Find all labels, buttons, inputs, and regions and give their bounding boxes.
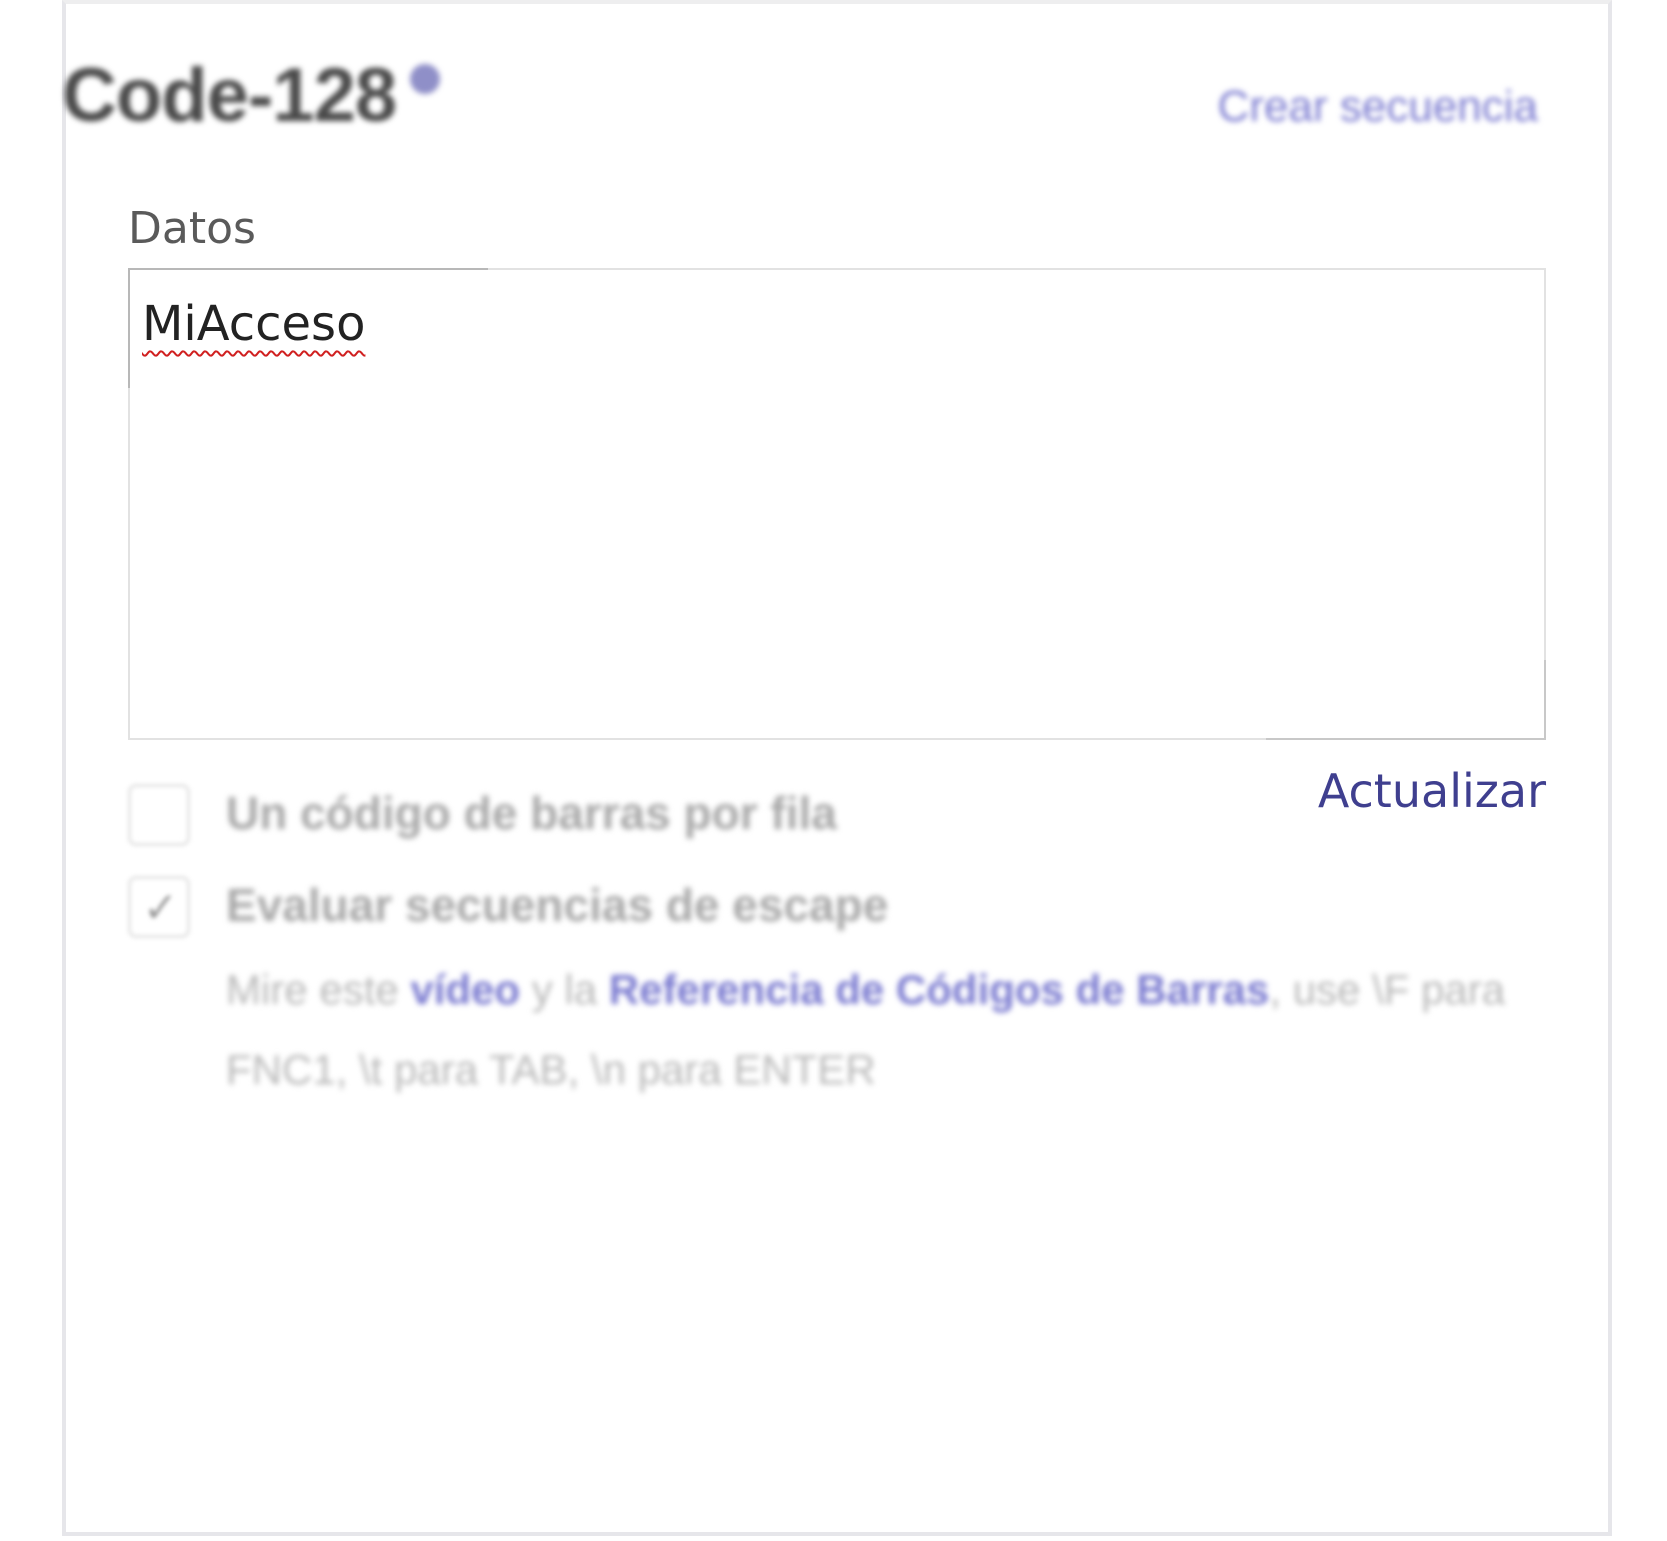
- escape-sequences-checkbox[interactable]: ✓: [128, 876, 190, 938]
- info-icon[interactable]: [410, 64, 440, 94]
- textarea-left-edge: [128, 268, 130, 388]
- one-per-row-checkbox[interactable]: [128, 784, 190, 846]
- panel-header: Code-128 Crear secuencia: [62, 52, 1538, 152]
- textarea-top-edge: [128, 268, 488, 270]
- one-per-row-label: Un código de barras por fila: [226, 787, 837, 839]
- update-link[interactable]: Actualizar: [1318, 764, 1546, 818]
- data-field-label: Datos: [128, 203, 256, 254]
- textarea-right-edge: [1544, 660, 1546, 740]
- escape-sequences-label: Evaluar secuencias de escape: [226, 879, 889, 931]
- barcode-reference-link[interactable]: Referencia de Códigos de Barras: [609, 966, 1270, 1013]
- option-one-per-row[interactable]: Un código de barras por fila: [128, 784, 1328, 854]
- option-escape-sequences[interactable]: ✓ Evaluar secuencias de escape: [128, 876, 1328, 946]
- help-prefix: Mire este: [226, 966, 399, 1013]
- data-value-text[interactable]: MiAcceso: [142, 296, 365, 352]
- create-sequence-link[interactable]: Crear secuencia: [1218, 82, 1538, 132]
- video-link[interactable]: vídeo: [410, 966, 520, 1013]
- data-textarea[interactable]: MiAcceso: [128, 268, 1546, 740]
- help-middle: y la: [531, 966, 598, 1013]
- barcode-type-title: Code-128: [62, 53, 397, 138]
- escape-help-text: Mire este vídeo y la Referencia de Códig…: [226, 950, 1516, 1110]
- textarea-bottom-edge: [1266, 738, 1546, 740]
- check-icon: ✓: [143, 883, 179, 932]
